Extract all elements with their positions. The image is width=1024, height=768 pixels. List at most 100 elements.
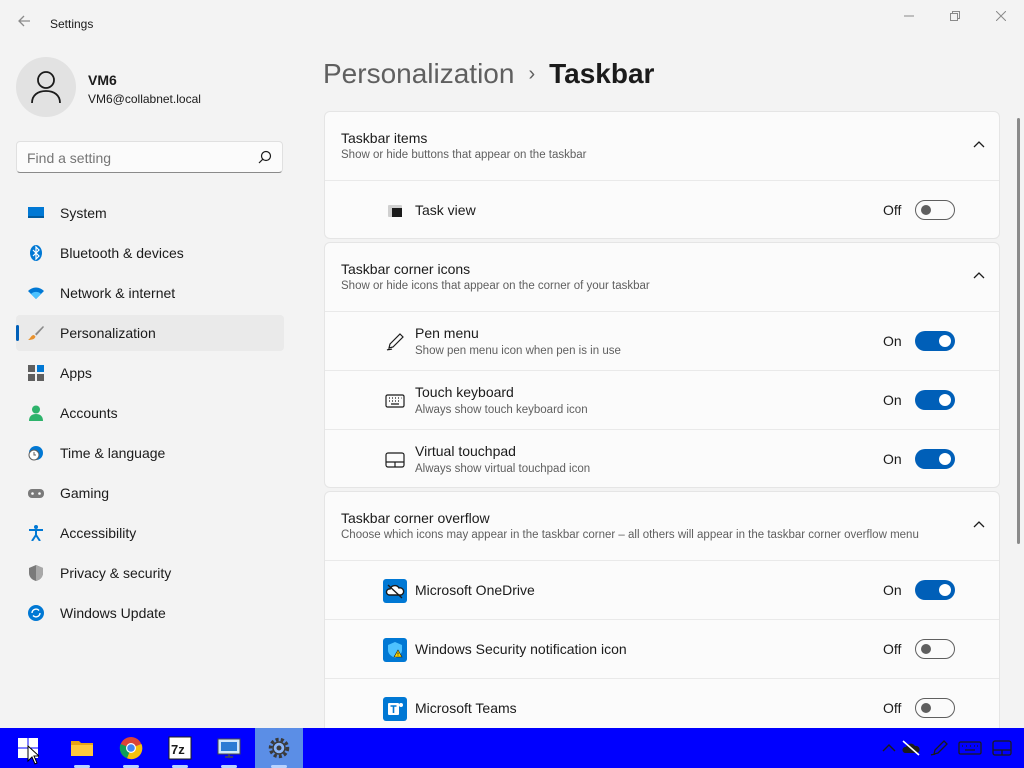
section-title: Taskbar items [341,130,428,146]
virtual-touchpad-toggle[interactable] [915,449,955,469]
section-title: Taskbar corner icons [341,261,471,277]
chevron-up-icon[interactable] [879,740,899,756]
svg-text:7z: 7z [171,742,185,757]
setting-row-windows-security: Windows Security notification icon Off [325,619,999,678]
section-taskbar-corner-icons: Taskbar corner icons Show or hide icons … [324,242,1000,488]
teams-icon [383,697,407,721]
row-description: Always show touch keyboard icon [415,404,588,416]
taskbar-remote-desktop[interactable] [205,728,253,768]
page-title: Taskbar [549,58,655,89]
title-bar: Settings [0,0,1024,44]
section-header[interactable]: Taskbar corner overflow Choose which ico… [325,492,999,560]
file-explorer-icon [71,741,93,756]
sidebar-item-label: Apps [60,365,92,381]
teams-toggle[interactable] [915,698,955,718]
pen-icon [386,333,404,351]
sidebar-item-apps[interactable]: Apps [16,355,284,391]
chevron-up-icon[interactable] [973,271,985,279]
setting-row-onedrive: Microsoft OneDrive On [325,560,999,619]
onedrive-offline-icon[interactable] [901,740,921,756]
toggle-knob [921,703,931,713]
sidebar-item-label: Bluetooth & devices [60,245,184,261]
sidebar-item-label: Windows Update [60,605,166,621]
system-icon [28,207,44,218]
remote-desktop-icon [217,738,241,758]
accessibility-icon [29,525,43,541]
toggle-knob [939,453,951,465]
setting-row-pen-menu: Pen menu Show pen menu icon when pen is … [325,311,999,370]
toggle-knob [939,394,951,406]
profile-email: VM6@collabnet.local [88,92,201,106]
scrollbar[interactable] [1017,118,1020,544]
chevron-up-icon[interactable] [973,140,985,148]
sidebar-item-privacy[interactable]: Privacy & security [16,555,284,591]
breadcrumb-separator: › [528,63,536,85]
touchpad-icon [385,452,405,468]
sidebar-item-time-language[interactable]: Time & language [16,435,284,471]
sidebar-item-gaming[interactable]: Gaming [16,475,284,511]
search-input[interactable] [27,150,247,166]
restore-button[interactable] [932,4,978,30]
sidebar-item-bluetooth[interactable]: Bluetooth & devices [16,235,284,271]
taskbar-chrome[interactable] [107,728,155,768]
section-taskbar-corner-overflow: Taskbar corner overflow Choose which ico… [324,491,1000,736]
task-view-toggle[interactable] [915,200,955,220]
toggle-state-label: Off [883,641,902,657]
toggle-knob [939,335,951,347]
windows-security-toggle[interactable] [915,639,955,659]
touch-keyboard-toggle[interactable] [915,390,955,410]
accounts-icon [29,405,43,421]
user-profile[interactable]: VM6 VM6@collabnet.local [16,57,276,117]
row-title: Windows Security notification icon [415,641,627,657]
search-icon[interactable] [258,150,272,169]
pen-menu-toggle[interactable] [915,331,955,351]
chevron-up-icon[interactable] [973,520,985,528]
wifi-icon [28,287,44,299]
windows-security-icon [383,638,407,662]
sidebar-item-accounts[interactable]: Accounts [16,395,284,431]
keyboard-icon[interactable] [958,740,982,756]
taskbar-settings[interactable] [255,728,303,768]
sidebar-item-label: Personalization [60,325,156,341]
shield-icon [29,565,43,581]
7zip-icon: 7z [168,736,192,760]
setting-row-virtual-touchpad: Virtual touchpad Always show virtual tou… [325,429,999,488]
clock-globe-icon [28,446,43,461]
toggle-knob [921,644,931,654]
back-arrow-icon[interactable] [12,12,36,36]
toggle-state-label: Off [883,202,902,218]
brush-icon [28,326,44,340]
section-taskbar-items: Taskbar items Show or hide buttons that … [324,111,1000,239]
row-title: Virtual touchpad [415,443,516,459]
taskbar-7zip[interactable]: 7z [156,728,204,768]
sidebar-item-accessibility[interactable]: Accessibility [16,515,284,551]
keyboard-icon [385,394,405,408]
breadcrumb: Personalization › Taskbar [323,58,654,90]
section-description: Choose which icons may appear in the tas… [341,529,919,541]
sidebar-item-windows-update[interactable]: Windows Update [16,595,284,631]
user-icon [31,71,61,104]
touchpad-icon[interactable] [992,740,1012,756]
settings-gear-icon [268,737,290,759]
onedrive-toggle[interactable] [915,580,955,600]
row-title: Touch keyboard [415,384,514,400]
sidebar-item-network[interactable]: Network & internet [16,275,284,311]
breadcrumb-parent[interactable]: Personalization [323,58,514,89]
minimize-button[interactable] [886,4,932,30]
app-title: Settings [50,17,94,31]
section-header[interactable]: Taskbar corner icons Show or hide icons … [325,243,999,311]
sidebar-item-personalization[interactable]: Personalization [16,315,284,351]
search-box[interactable] [16,141,283,173]
gamepad-icon [28,489,44,498]
section-description: Show or hide icons that appear on the co… [341,280,650,292]
pen-icon[interactable] [929,740,949,756]
section-header[interactable]: Taskbar items Show or hide buttons that … [325,112,999,180]
taskbar-file-explorer[interactable] [58,728,106,768]
sidebar-item-label: Accessibility [60,525,137,541]
close-button[interactable] [978,4,1024,30]
sidebar-item-system[interactable]: System [16,195,284,231]
row-title: Microsoft OneDrive [415,582,535,598]
sidebar-nav: System Bluetooth & devices Network & int… [16,195,284,635]
profile-name: VM6 [88,72,117,88]
task-view-icon [388,205,402,217]
